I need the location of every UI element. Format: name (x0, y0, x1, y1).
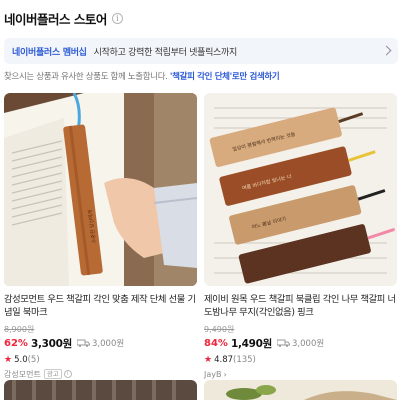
seller-row[interactable]: 감성모먼트 광고 i (4, 368, 198, 380)
product-title[interactable]: 제이비 원목 우드 책갈피 북클립 각인 나무 책갈피 너도밤나무 무지(각인없… (204, 293, 398, 319)
product-image[interactable] (204, 380, 397, 400)
seller-row[interactable]: JayB › (204, 368, 398, 380)
store-title: 네이버플러스 스토어 (4, 11, 107, 27)
discount-rate: 84% (204, 337, 228, 349)
original-price: 8,900원 (4, 325, 35, 334)
price-row: 62% 3,300원 3,000원 (4, 336, 198, 350)
product-title[interactable]: 감성모먼트 우드 책갈피 각인 맞춤 제작 단체 선물 기념일 북마크 (4, 293, 198, 319)
membership-label: 네이버플러스 멤버십 (12, 47, 87, 58)
membership-banner[interactable]: 네이버플러스 멤버십 시작하고 강력한 적립부터 넷플릭스까지 (4, 38, 398, 64)
rating-score: 4.87 (214, 354, 234, 365)
seller-name[interactable]: 감성모먼트 (4, 369, 41, 380)
product-card[interactable]: 소중한 당신에게 감성모먼트 우드 책갈피 각인 맞춤 제작 단체 선물 기념일… (4, 93, 198, 380)
price-row: 84% 1,490원 3,000원 (204, 336, 398, 350)
rating-row: ★ 5.0 (5) (4, 353, 198, 366)
review-count: (5) (27, 354, 40, 365)
product-image[interactable]: 일상이 평범해서 반짝이는 것들 여름 바다처럼 빛나는 너 어느 봄날 이야기 (204, 93, 397, 286)
seller-name[interactable]: JayB (204, 370, 221, 379)
chevron-right-icon (381, 45, 392, 56)
rating-score: 5.0 (14, 354, 28, 365)
membership-text: 시작하고 강력한 적립부터 넷플릭스까지 (93, 47, 238, 58)
notice-text: 찾으시는 상품과 유사한 상품도 함께 노출합니다. (4, 72, 168, 82)
product-image[interactable]: 소중한 당신에게 (4, 93, 197, 286)
ad-badge: 광고 (43, 369, 62, 379)
product-card[interactable]: 일상이 평범해서 반짝이는 것들 여름 바다처럼 빛나는 너 어느 봄날 이야기… (204, 93, 398, 380)
info-icon[interactable]: i (111, 12, 123, 24)
sale-price: 1,490원 (230, 337, 273, 350)
shipping-fee: 3,000원 (277, 337, 324, 349)
truck-icon (277, 339, 291, 347)
shipping-fee-value: 3,000원 (292, 339, 325, 349)
sale-price: 3,300원 (30, 337, 73, 350)
seller-chevron-icon: › (223, 369, 227, 379)
star-icon: ★ (204, 354, 213, 365)
truck-icon (77, 339, 91, 347)
ad-info-icon[interactable]: i (63, 370, 72, 378)
store-header: 네이버플러스 스토어 i (0, 0, 400, 36)
search-notice: 찾으시는 상품과 유사한 상품도 함께 노출합니다. '책갈피 각인 단체'로만… (4, 70, 400, 84)
rating-row: ★ 4.87 (135) (204, 353, 398, 366)
original-price: 9,490원 (204, 325, 235, 334)
product-image[interactable] (4, 380, 197, 400)
star-icon: ★ (4, 354, 13, 365)
discount-rate: 62% (4, 337, 28, 349)
exact-search-link[interactable]: '책갈피 각인 단체'로만 검색하기 (170, 72, 280, 82)
review-count: (135) (233, 354, 256, 365)
shipping-fee: 3,000원 (77, 337, 124, 349)
shipping-fee-value: 3,000원 (92, 339, 125, 349)
